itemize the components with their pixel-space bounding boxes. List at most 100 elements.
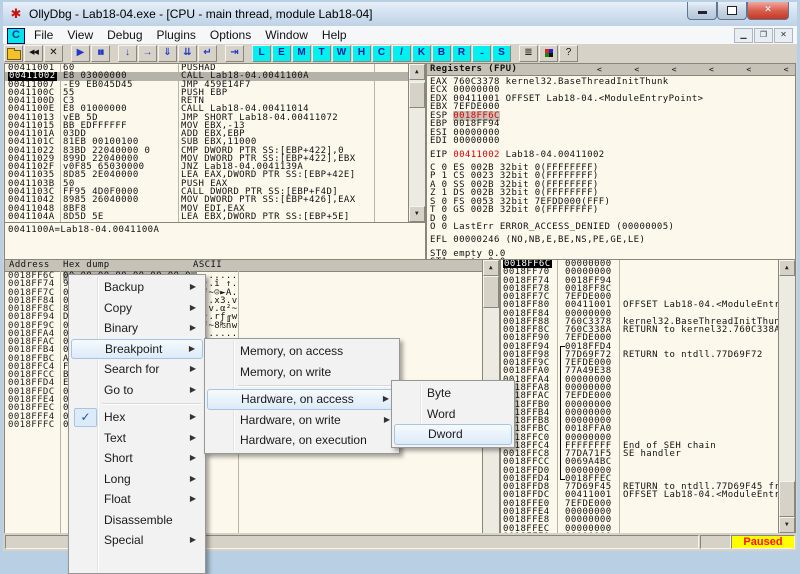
register-line[interactable]: EFL 00000246 (NO,NB,E,BE,NS,PE,GE,LE) [427,236,795,244]
address-header[interactable]: Address [9,260,50,271]
view-callstack-button[interactable]: K [412,45,431,62]
disassembly-scrollbar[interactable]: ▲ ▼ [408,63,426,223]
restart-button[interactable]: ◀◀ [24,45,43,62]
submenu-item-byte[interactable]: Byte [394,383,512,404]
submenu-arrow-icon: ▶ [190,277,196,297]
register-line[interactable]: EDI 00000000 [427,137,795,145]
ascii-header[interactable]: ASCII [193,260,222,271]
menu-item-float[interactable]: Float▶ [71,489,203,510]
register-line[interactable]: T 0 GS 002B 32bit 0(FFFFFFFF) [427,206,795,214]
caret-icon[interactable]: < [672,64,677,75]
help-button[interactable]: ? [559,45,578,62]
view-log-button[interactable]: L [252,45,271,62]
register-line[interactable]: EIP 00411002 Lab18-04.00411002 [427,151,795,159]
close-program-button[interactable]: ✕ [44,45,63,62]
view-memory-button[interactable]: M [292,45,311,62]
menubar-item-view[interactable]: View [60,26,100,44]
caret-icon[interactable]: < [784,64,789,75]
run-button[interactable]: ▶ [71,45,90,62]
menu-item-special[interactable]: Special▶ [71,530,203,551]
close-button[interactable]: ✕ [747,2,789,20]
open-file-button[interactable] [4,45,23,62]
animate-into-button[interactable]: ⇓ [158,45,177,62]
breakpoint-submenu: Memory, on accessMemory, on write Hardwar… [204,338,400,454]
view-source-button[interactable]: S [492,45,511,62]
menubar-item-plugins[interactable]: Plugins [150,26,203,44]
registers-header-label: Registers (FPU) [430,64,517,75]
disasm-row[interactable]: 0041104A8D5D 5ELEA EBX,DWORD PTR SS:[EBP… [5,213,409,221]
view-references-button[interactable]: R [452,45,471,62]
view-patches-button[interactable]: / [392,45,411,62]
menu-item-go-to[interactable]: Go to▶ [71,380,203,401]
menubar-item-debug[interactable]: Debug [100,26,149,44]
submenu-item-hardware-on-write[interactable]: Hardware, on write▶ [207,410,397,431]
step-over-button[interactable]: → [138,45,157,62]
stack-pane[interactable]: 0018FF6C000000000018FF70000000000018FF74… [500,259,782,534]
pause-button[interactable]: ▮▮ [91,45,110,62]
cpu-window-icon[interactable]: C [7,28,25,44]
submenu-item-memory-on-access[interactable]: Memory, on access [207,341,397,362]
open-file-icon [7,50,21,60]
menubar-item-file[interactable]: File [27,26,60,44]
menu-item-backup[interactable]: Backup▶ [71,277,203,298]
caret-icon[interactable]: < [746,64,751,75]
submenu-item-word[interactable]: Word [394,404,512,425]
minimize-button[interactable] [687,2,717,20]
menu-item-copy[interactable]: Copy▶ [71,298,203,319]
view-handles-button[interactable]: H [352,45,371,62]
mdi-restore-button[interactable]: ❐ [754,28,773,43]
view-runtrace-button[interactable]: ... [472,45,491,62]
menubar-item-options[interactable]: Options [203,26,258,44]
mdi-minimize-button[interactable]: ▁ [734,28,753,43]
submenu-arrow-icon: ▶ [190,469,196,489]
view-cpu-button[interactable]: C [372,45,391,62]
go-to-address-button[interactable]: ⇥ [225,45,244,62]
stack-scrollbar[interactable]: ▲ ▼ [778,259,796,534]
submenu-arrow-icon: ▶ [383,390,389,408]
view-breakpoints-button[interactable]: B [432,45,451,62]
menu-item-breakpoint[interactable]: Breakpoint▶ [71,339,203,360]
submenu-item-hardware-on-access[interactable]: Hardware, on access▶ [207,389,397,410]
submenu-item-memory-on-write[interactable]: Memory, on write [207,362,397,383]
menu-item-long[interactable]: Long▶ [71,469,203,490]
view-windows-button[interactable]: W [332,45,351,62]
scroll-thumb[interactable] [409,82,425,108]
appearance-button[interactable] [539,45,558,62]
execute-till-return-button[interactable]: ↵ [198,45,217,62]
column-divider [619,301,620,309]
title-bar[interactable]: ✱ OllyDbg - Lab18-04.exe - [CPU - main t… [3,2,797,26]
registers-carets[interactable]: < < < < < < [597,64,789,75]
registers-pane[interactable]: Registers (FPU) <<<<<< EAX 760C3378 kern… [426,63,796,260]
menubar-item-window[interactable]: Window [258,26,315,44]
caret-icon[interactable]: < [634,64,639,75]
scroll-thumb[interactable] [483,276,499,308]
register-line[interactable]: O 0 LastErr ERROR_ACCESS_DENIED (0000000… [427,223,795,231]
view-threads-button[interactable]: T [312,45,331,62]
scroll-down-icon[interactable]: ▼ [779,517,795,533]
scroll-up-icon[interactable]: ▲ [779,260,795,276]
submenu-item-dword[interactable]: Dword [394,424,512,445]
step-into-button[interactable]: ↓ [118,45,137,62]
disassembly-pane[interactable]: 0041100160PUSHAD00411002E8 03000000CALL … [4,63,410,223]
scroll-thumb[interactable] [779,481,795,517]
caret-icon[interactable]: < [709,64,714,75]
menu-item-hex[interactable]: ✓Hex▶ [71,407,203,428]
menu-item-text[interactable]: Text▶ [71,428,203,449]
menu-item-binary[interactable]: Binary▶ [71,318,203,339]
disasm-bytes: 8D5D 5E [63,213,104,221]
scroll-up-icon[interactable]: ▲ [483,260,499,276]
submenu-item-hardware-on-execution[interactable]: Hardware, on execution [207,430,397,451]
menu-item-disassemble[interactable]: Disassemble [71,510,203,531]
windows-list-button[interactable]: ≣ [519,45,538,62]
menubar-item-help[interactable]: Help [315,26,354,44]
mdi-close-button[interactable]: ✕ [774,28,793,43]
scroll-down-icon[interactable]: ▼ [409,206,425,222]
restore-button[interactable] [717,2,747,20]
animate-over-button[interactable]: ⇊ [178,45,197,62]
menu-item-search-for[interactable]: Search for▶ [71,359,203,380]
menu-item-short[interactable]: Short▶ [71,448,203,469]
hex-dump-header[interactable]: Hex dump [63,260,110,271]
view-executables-button[interactable]: E [272,45,291,62]
caret-icon[interactable]: < [597,64,602,75]
scroll-up-icon[interactable]: ▲ [409,64,425,80]
